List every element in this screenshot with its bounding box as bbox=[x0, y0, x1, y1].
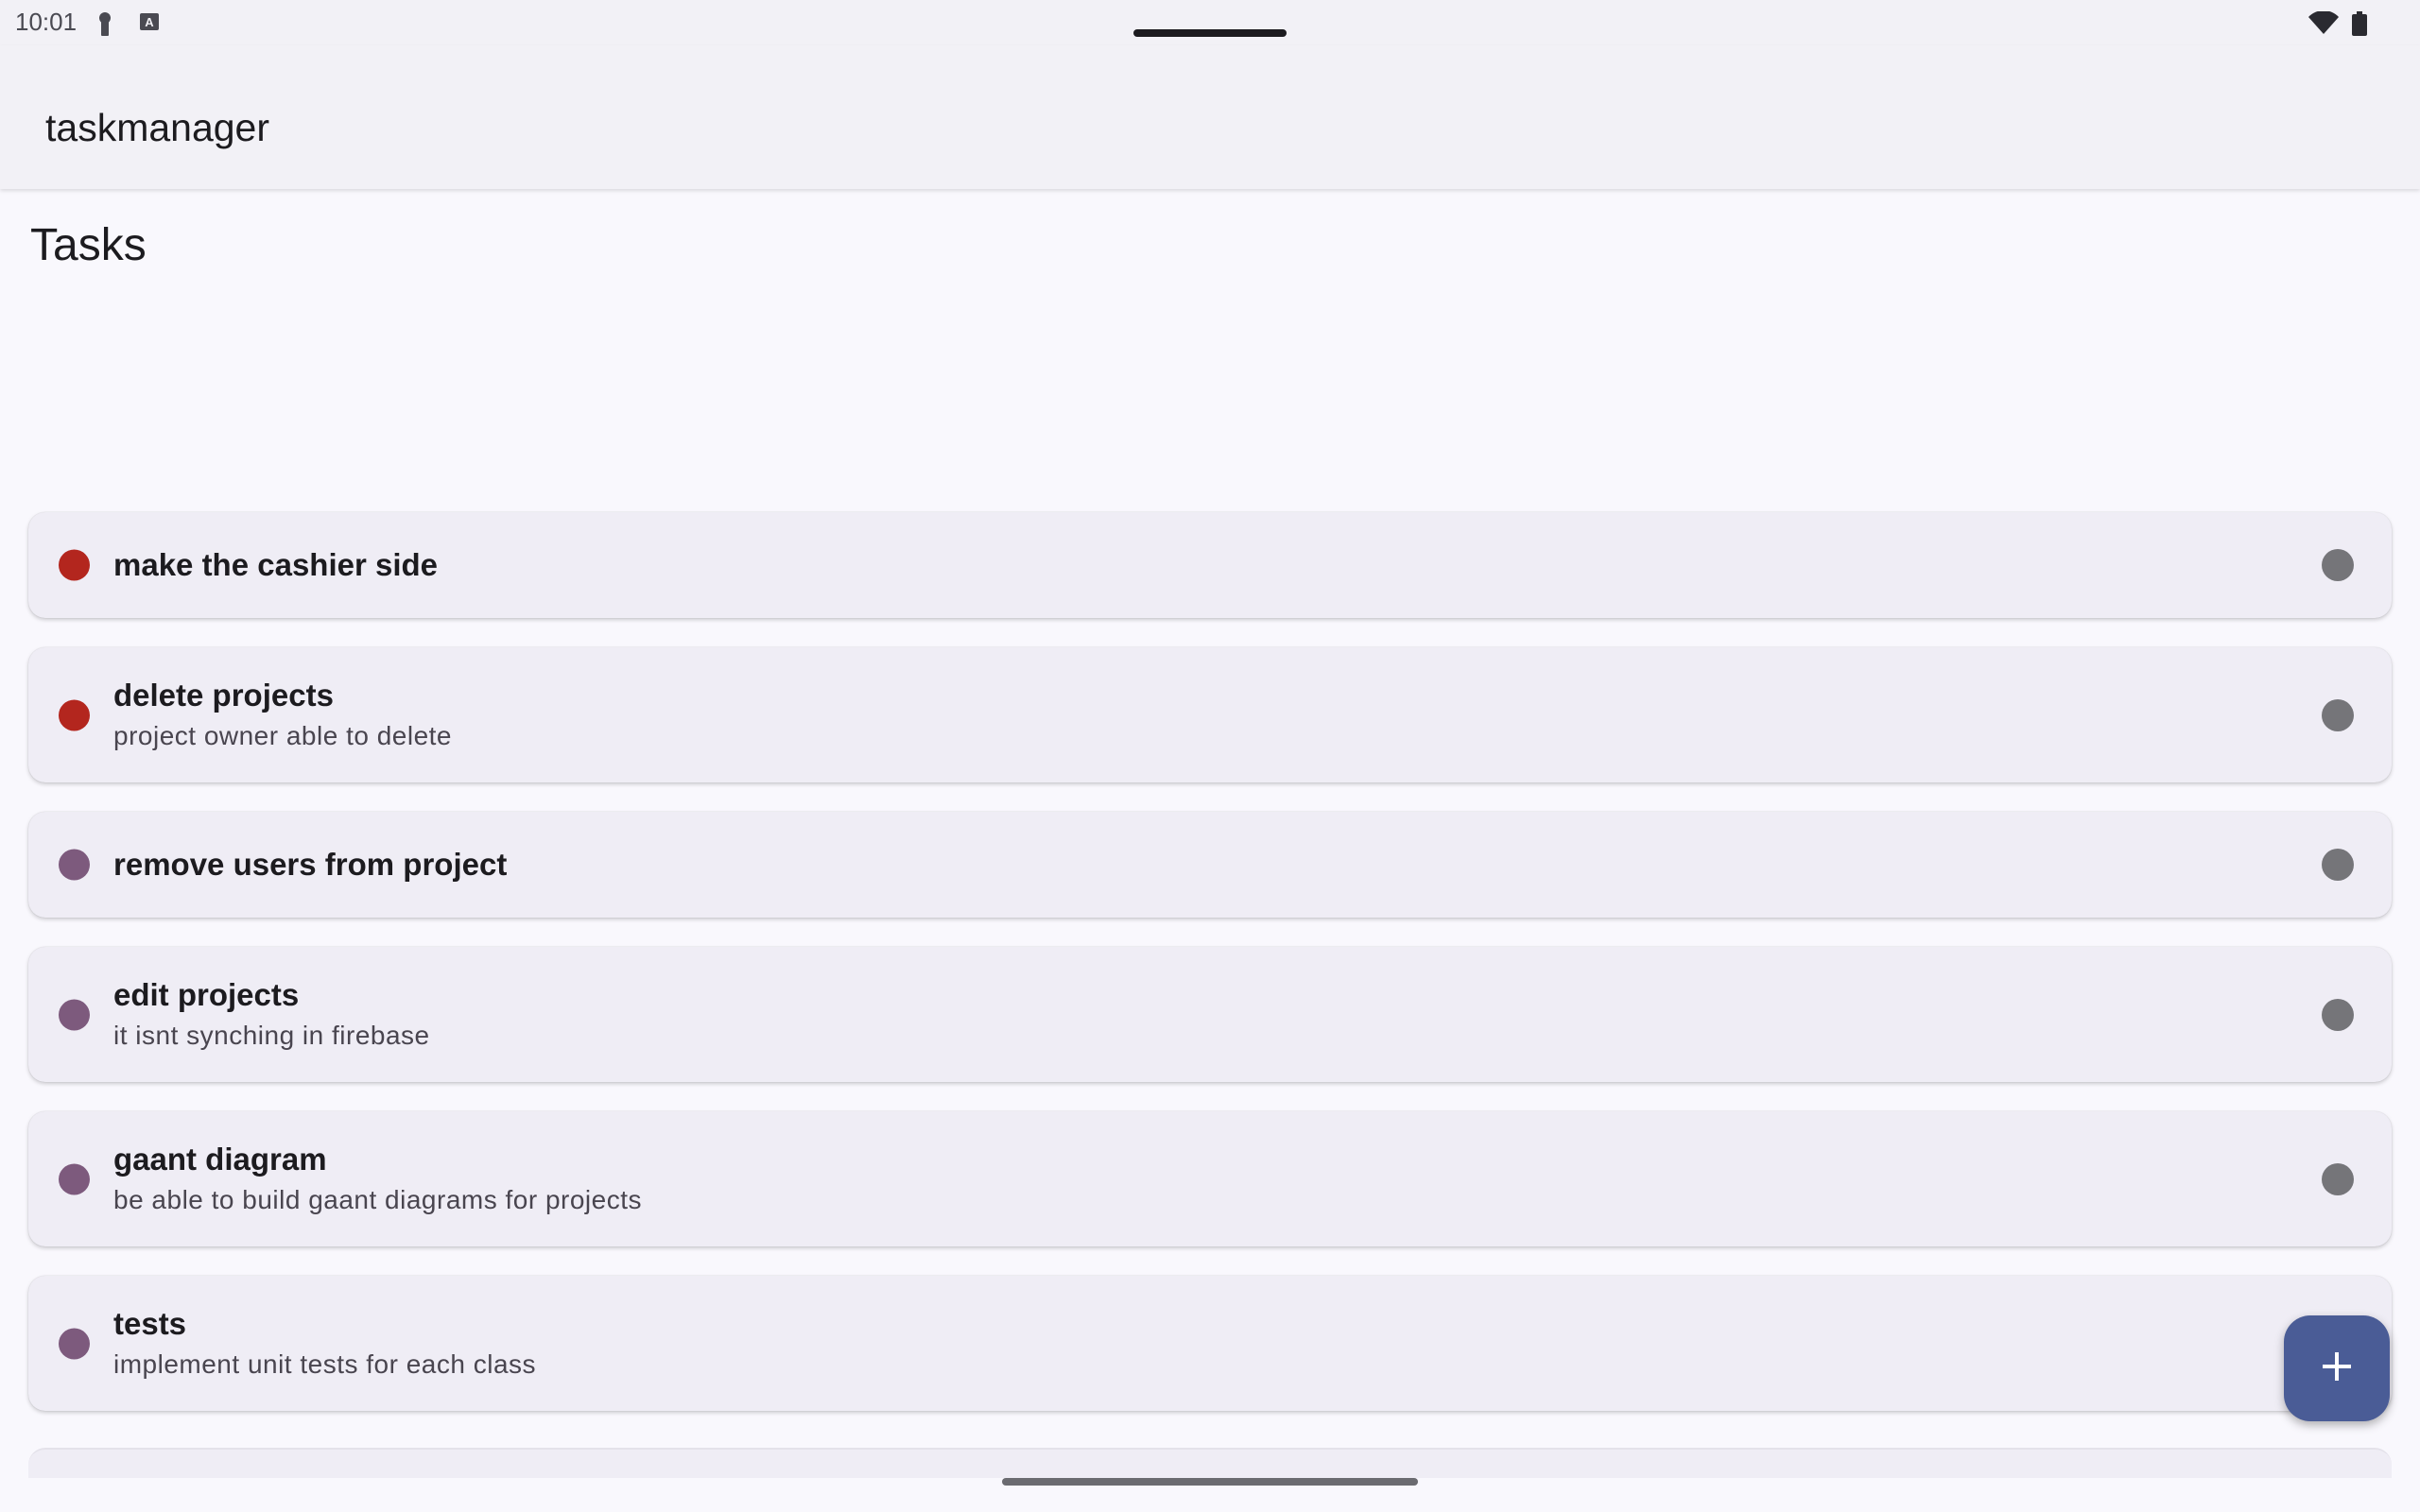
task-text: remove users from project bbox=[113, 846, 507, 884]
task-text: edit projects it isnt synching in fireba… bbox=[113, 976, 430, 1054]
wifi-icon bbox=[2308, 10, 2339, 39]
svg-text:A: A bbox=[145, 15, 154, 29]
task-status-toggle[interactable] bbox=[2322, 998, 2354, 1031]
page-title: Tasks bbox=[30, 220, 147, 270]
add-task-button[interactable] bbox=[2284, 1315, 2390, 1421]
status-time: 10:01 bbox=[15, 8, 78, 36]
priority-indicator bbox=[59, 1328, 90, 1359]
app-bar: taskmanager bbox=[0, 45, 2420, 189]
task-description: project owner able to delete bbox=[113, 720, 452, 750]
task-title: remove users from project bbox=[113, 847, 508, 882]
task-card[interactable]: delete projects project owner able to de… bbox=[28, 647, 2392, 782]
task-list: make the cashier side delete projects pr… bbox=[28, 512, 2392, 1440]
keyboard-a-icon: A bbox=[140, 11, 159, 37]
task-text: make the cashier side bbox=[113, 546, 438, 584]
plus-icon bbox=[2321, 1350, 2353, 1387]
priority-indicator bbox=[59, 549, 90, 581]
task-title: tests bbox=[113, 1305, 187, 1341]
task-text: tests implement unit tests for each clas… bbox=[113, 1305, 536, 1383]
camera-cutout bbox=[1133, 29, 1287, 37]
task-title: delete projects bbox=[113, 677, 334, 713]
battery-icon bbox=[2352, 11, 2367, 41]
app-title: taskmanager bbox=[45, 106, 270, 149]
task-title: make the cashier side bbox=[113, 547, 439, 582]
task-card[interactable]: make the cashier side bbox=[28, 512, 2392, 618]
task-card-partial[interactable] bbox=[28, 1448, 2392, 1478]
priority-indicator bbox=[59, 1163, 90, 1194]
key-icon bbox=[95, 11, 115, 41]
task-card[interactable]: gaant diagram be able to build gaant dia… bbox=[28, 1111, 2392, 1246]
priority-indicator bbox=[59, 849, 90, 881]
task-description: be able to build gaant diagrams for proj… bbox=[113, 1184, 642, 1214]
task-status-toggle[interactable] bbox=[2322, 698, 2354, 731]
task-title: gaant diagram bbox=[113, 1141, 327, 1177]
task-card[interactable]: remove users from project bbox=[28, 812, 2392, 918]
task-title: edit projects bbox=[113, 976, 300, 1012]
task-card[interactable]: edit projects it isnt synching in fireba… bbox=[28, 947, 2392, 1082]
task-status-toggle[interactable] bbox=[2322, 1162, 2354, 1195]
priority-indicator bbox=[59, 999, 90, 1030]
task-text: gaant diagram be able to build gaant dia… bbox=[113, 1141, 642, 1218]
gesture-navigation-bar[interactable] bbox=[1002, 1478, 1418, 1486]
task-card[interactable]: tests implement unit tests for each clas… bbox=[28, 1276, 2392, 1411]
task-status-toggle[interactable] bbox=[2322, 849, 2354, 881]
task-description: it isnt synching in firebase bbox=[113, 1020, 430, 1050]
task-text: delete projects project owner able to de… bbox=[113, 677, 452, 754]
status-bar: 10:01 A bbox=[0, 0, 2420, 45]
task-description: implement unit tests for each class bbox=[113, 1349, 537, 1379]
priority-indicator bbox=[59, 699, 90, 730]
task-status-toggle[interactable] bbox=[2322, 549, 2354, 581]
